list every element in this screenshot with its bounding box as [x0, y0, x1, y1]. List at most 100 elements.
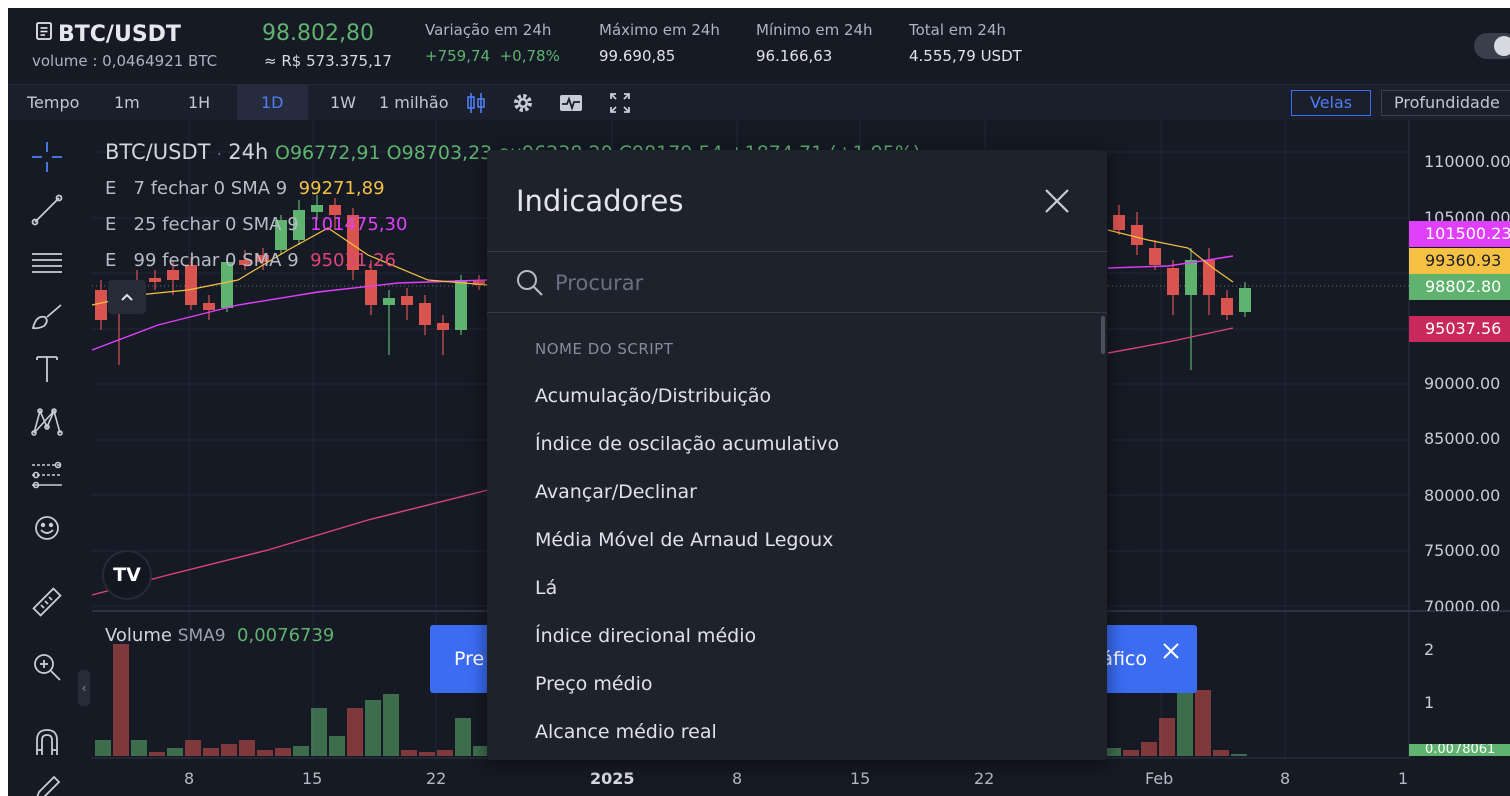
- chevron-left-icon[interactable]: ‹: [78, 670, 90, 706]
- velas-button[interactable]: Velas: [1291, 90, 1372, 116]
- ruler-icon[interactable]: [28, 584, 66, 622]
- price-axis-label: 75000.00: [1424, 541, 1501, 560]
- volume-bar: [113, 644, 129, 756]
- time-axis-label: 8: [1280, 769, 1291, 788]
- scrollbar[interactable]: [1101, 316, 1105, 354]
- close-icon[interactable]: [1159, 639, 1183, 663]
- volume-legend-label: Volume: [105, 625, 172, 646]
- chart-toolbar: Tempo 1m 1H 1D 1W 1 milhão Velas Profund…: [8, 84, 1510, 121]
- interval-1w[interactable]: 1W: [330, 85, 356, 121]
- change-24h-abs: +759,74: [425, 47, 491, 65]
- change-24h-label: Variação em 24h: [425, 21, 552, 39]
- script-item[interactable]: Lá: [535, 568, 1075, 608]
- trendline-icon[interactable]: [28, 191, 66, 229]
- banner-text-left: Pre: [454, 648, 485, 670]
- pencil-icon[interactable]: [28, 770, 66, 796]
- price-tag-last: 98802.80: [1409, 274, 1510, 300]
- candle-body: [401, 296, 413, 305]
- volume-bar: [1159, 718, 1175, 756]
- script-item[interactable]: Acumulação/Distribuição: [535, 376, 1075, 416]
- price-tag-ma99: 95037.56: [1409, 316, 1510, 342]
- zoom-icon[interactable]: [28, 648, 66, 686]
- text-icon[interactable]: [28, 350, 66, 388]
- ticker-header: BTC/USDT volume : 0,0464921 BTC 98.802,8…: [8, 8, 1510, 84]
- price-tag-ma7: 99360.93: [1409, 248, 1510, 274]
- candles-icon[interactable]: [464, 91, 488, 115]
- candle-body: [455, 280, 467, 330]
- brush-icon[interactable]: [28, 297, 66, 335]
- volume-bar: [221, 744, 237, 756]
- toggle-knob: [1494, 36, 1510, 56]
- volume-bar: [167, 748, 183, 756]
- interval-1-month[interactable]: 1 milhão: [379, 85, 448, 121]
- approx-brl: ≈ R$ 573.375,17: [264, 52, 392, 70]
- time-axis-label: 22: [426, 769, 447, 788]
- fib-icon[interactable]: [28, 456, 66, 494]
- low-24h-value: 96.166,63: [756, 47, 833, 65]
- search-input[interactable]: [555, 264, 1075, 302]
- price-axis-label: 70000.00: [1424, 597, 1501, 611]
- indicator-row-ma7[interactable]: E 7 fechar 0 SMA 9 99271,89: [105, 178, 385, 199]
- theme-toggle[interactable]: [1474, 33, 1510, 59]
- emoji-icon[interactable]: [28, 509, 66, 547]
- high-24h-value: 99.690,85: [599, 47, 676, 65]
- pattern-icon[interactable]: [28, 403, 66, 441]
- script-item[interactable]: Média Móvel de Arnaud Legoux: [535, 520, 1075, 560]
- indicator-row-ma25[interactable]: E 25 fechar 0 SMA 9 101475,30: [105, 214, 407, 235]
- script-item[interactable]: Alcance médio real: [535, 712, 1075, 752]
- legend-interval: 24h: [228, 140, 269, 164]
- price-axis-label: 85000.00: [1424, 429, 1501, 448]
- section-header: NOME DO SCRIPT: [535, 340, 674, 358]
- last-price: 98.802,80: [262, 21, 374, 46]
- interval-1d[interactable]: 1D: [237, 85, 308, 121]
- time-axis-label: 8: [732, 769, 743, 788]
- search-bar: [487, 252, 1107, 312]
- volume-bar: [419, 752, 435, 756]
- interval-1m[interactable]: 1m: [114, 85, 140, 121]
- interval-1h[interactable]: 1H: [188, 85, 210, 121]
- magnet-icon[interactable]: [28, 723, 66, 761]
- candle-body: [437, 323, 449, 330]
- banner-text-right: áfico: [1101, 648, 1147, 670]
- indicator-value: 99271,89: [298, 178, 385, 199]
- price-axis-label: 80000.00: [1424, 486, 1501, 505]
- high-24h-label: Máximo em 24h: [599, 21, 720, 39]
- time-axis-label: 2025: [590, 769, 635, 788]
- volume-bar: [257, 750, 273, 756]
- script-item[interactable]: Avançar/Declinar: [535, 472, 1075, 512]
- indicator-value: 101475,30: [310, 214, 408, 235]
- script-item[interactable]: Índice de oscilação acumulativo: [535, 424, 1075, 464]
- settings-icon[interactable]: [511, 91, 535, 115]
- candle-body: [167, 270, 179, 280]
- collapse-legend-button[interactable]: [108, 280, 146, 314]
- divider: [487, 312, 1107, 313]
- time-axis-label: 1: [1398, 769, 1409, 788]
- candle-body: [185, 265, 197, 305]
- indicator-row-ma99[interactable]: E 99 fechar 0 SMA 9 95031,26: [105, 250, 396, 271]
- volume-bar: [383, 694, 399, 756]
- pulse-icon[interactable]: [559, 91, 583, 115]
- volume-legend: Volume SMA9 0,0076739: [105, 625, 334, 646]
- script-item[interactable]: Índice direcional médio: [535, 616, 1075, 656]
- candle-body: [1113, 215, 1125, 230]
- chevron-up-icon: [121, 293, 133, 301]
- fullscreen-icon[interactable]: [608, 91, 632, 115]
- time-axis-label: Feb: [1145, 769, 1174, 788]
- ma99-line: [1107, 327, 1234, 354]
- candle-body: [311, 205, 323, 212]
- indicator-label: 99 fechar 0 SMA 9: [133, 250, 299, 271]
- candle-body: [203, 303, 215, 310]
- change-24h-pct: +0,78%: [499, 47, 560, 65]
- close-icon[interactable]: [1042, 186, 1072, 216]
- candle-body: [419, 303, 431, 325]
- profundidade-button[interactable]: Profundidade: [1381, 90, 1510, 116]
- app-window: BTC/USDT volume : 0,0464921 BTC 98.802,8…: [8, 8, 1510, 796]
- pair-title[interactable]: BTC/USDT: [34, 21, 181, 47]
- tradingview-logo[interactable]: TV: [102, 550, 152, 600]
- indicator-prefix: E: [105, 178, 117, 199]
- price-axis-label: 110000.00: [1424, 152, 1510, 171]
- script-item[interactable]: Preço médio: [535, 664, 1075, 704]
- horizontal-lines-icon[interactable]: [28, 244, 66, 282]
- legend-separator: ·: [217, 147, 222, 163]
- crosshair-icon[interactable]: [28, 138, 66, 176]
